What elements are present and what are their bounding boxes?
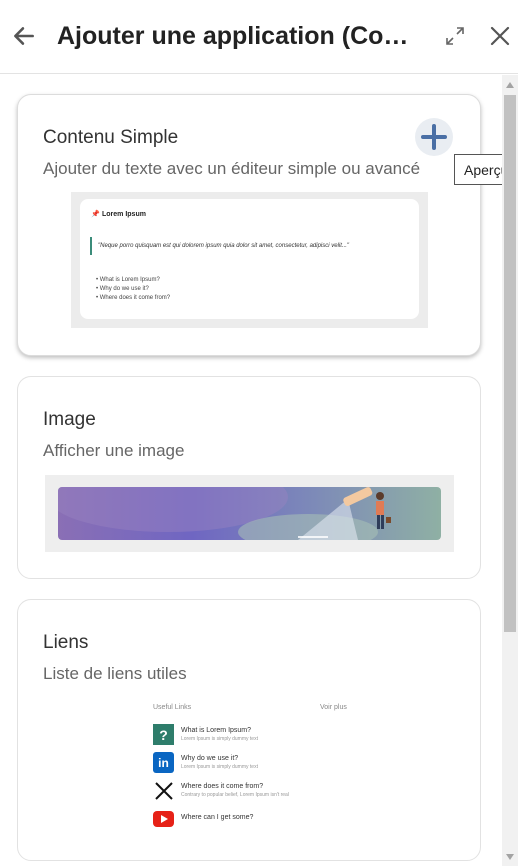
app-card-contenu-simple[interactable]: Contenu Simple Ajouter du texte avec un … (17, 94, 481, 356)
preview-heading: Useful Links (153, 704, 192, 711)
link-title: What is Lorem Ipsum? (181, 727, 252, 734)
youtube-icon (153, 808, 174, 829)
card-description: Afficher une image (43, 441, 185, 460)
preview-panel: 📌 Lorem Ipsum "Neque porro quisquam est … (80, 199, 419, 319)
link-title: Why do we use it? (181, 755, 239, 762)
preview-link-row: in Why do we use it? Lorem Ipsum is simp… (153, 752, 353, 774)
dialog-header: Ajouter une application (Contenu) (0, 0, 518, 74)
card-title: Image (43, 409, 96, 430)
close-icon (490, 26, 510, 46)
preview-contenu-simple: 📌 Lorem Ipsum "Neque porro quisquam est … (71, 192, 428, 328)
app-card-image[interactable]: Image Afficher une image (17, 376, 481, 579)
scroll-down-button[interactable] (502, 850, 518, 864)
illustration-banner (58, 487, 441, 540)
apps-list: Contenu Simple Ajouter du texte avec un … (0, 75, 502, 866)
triangle-up-icon (506, 82, 514, 88)
preview-bullets: • What is Lorem Ipsum? • Why do we use i… (96, 276, 170, 303)
x-logo-icon (153, 780, 174, 801)
link-subtitle: Lorem Ipsum is simply dummy text (181, 764, 258, 770)
triangle-down-icon (506, 854, 514, 860)
link-title: Where does it come from? (181, 783, 264, 790)
expand-button[interactable] (444, 25, 466, 47)
link-subtitle: Contrary to popular belief, Lorem Ipsum … (181, 792, 289, 798)
preview-title: Lorem Ipsum (102, 211, 146, 218)
link-title: Where can I get some? (181, 814, 254, 821)
card-description: Liste de liens utiles (43, 664, 187, 683)
preview-link-row: Where does it come from? Contrary to pop… (153, 780, 353, 802)
preview-bullet: • Where does it come from? (96, 295, 171, 301)
add-app-button[interactable] (415, 118, 453, 156)
scrollbar-thumb[interactable] (504, 95, 516, 632)
preview-more-link: Voir plus (320, 704, 347, 711)
question-icon: ? (153, 724, 174, 745)
linkedin-icon: in (153, 752, 174, 773)
preview-image (45, 475, 454, 552)
expand-icon (446, 27, 464, 45)
arrow-left-icon (14, 27, 34, 45)
plus-icon (421, 124, 447, 150)
card-title: Contenu Simple (43, 127, 179, 148)
preview-link-row: ? What is Lorem Ipsum? Lorem Ipsum is si… (153, 724, 353, 746)
scroll-up-button[interactable] (502, 78, 518, 92)
card-description: Ajouter du texte avec un éditeur simple … (43, 159, 421, 178)
preview-link-row: Where can I get some? (153, 808, 353, 830)
card-title: Liens (43, 632, 89, 653)
pin-icon: 📌 (91, 211, 100, 218)
close-button[interactable] (488, 24, 512, 48)
dialog-title: Ajouter une application (Contenu) (57, 22, 417, 50)
app-card-liens[interactable]: Liens Liste de liens utiles Useful Links… (17, 599, 481, 861)
preview-bullet: • What is Lorem Ipsum? (96, 277, 160, 283)
link-subtitle: Lorem Ipsum is simply dummy text (181, 736, 258, 742)
back-button[interactable] (10, 22, 38, 50)
preview-bullet: • Why do we use it? (96, 286, 149, 292)
preview-liens: Useful Links Voir plus ? What is Lorem I… (143, 700, 363, 840)
preview-quote: "Neque porro quisquam est qui dolorem ip… (90, 237, 349, 255)
